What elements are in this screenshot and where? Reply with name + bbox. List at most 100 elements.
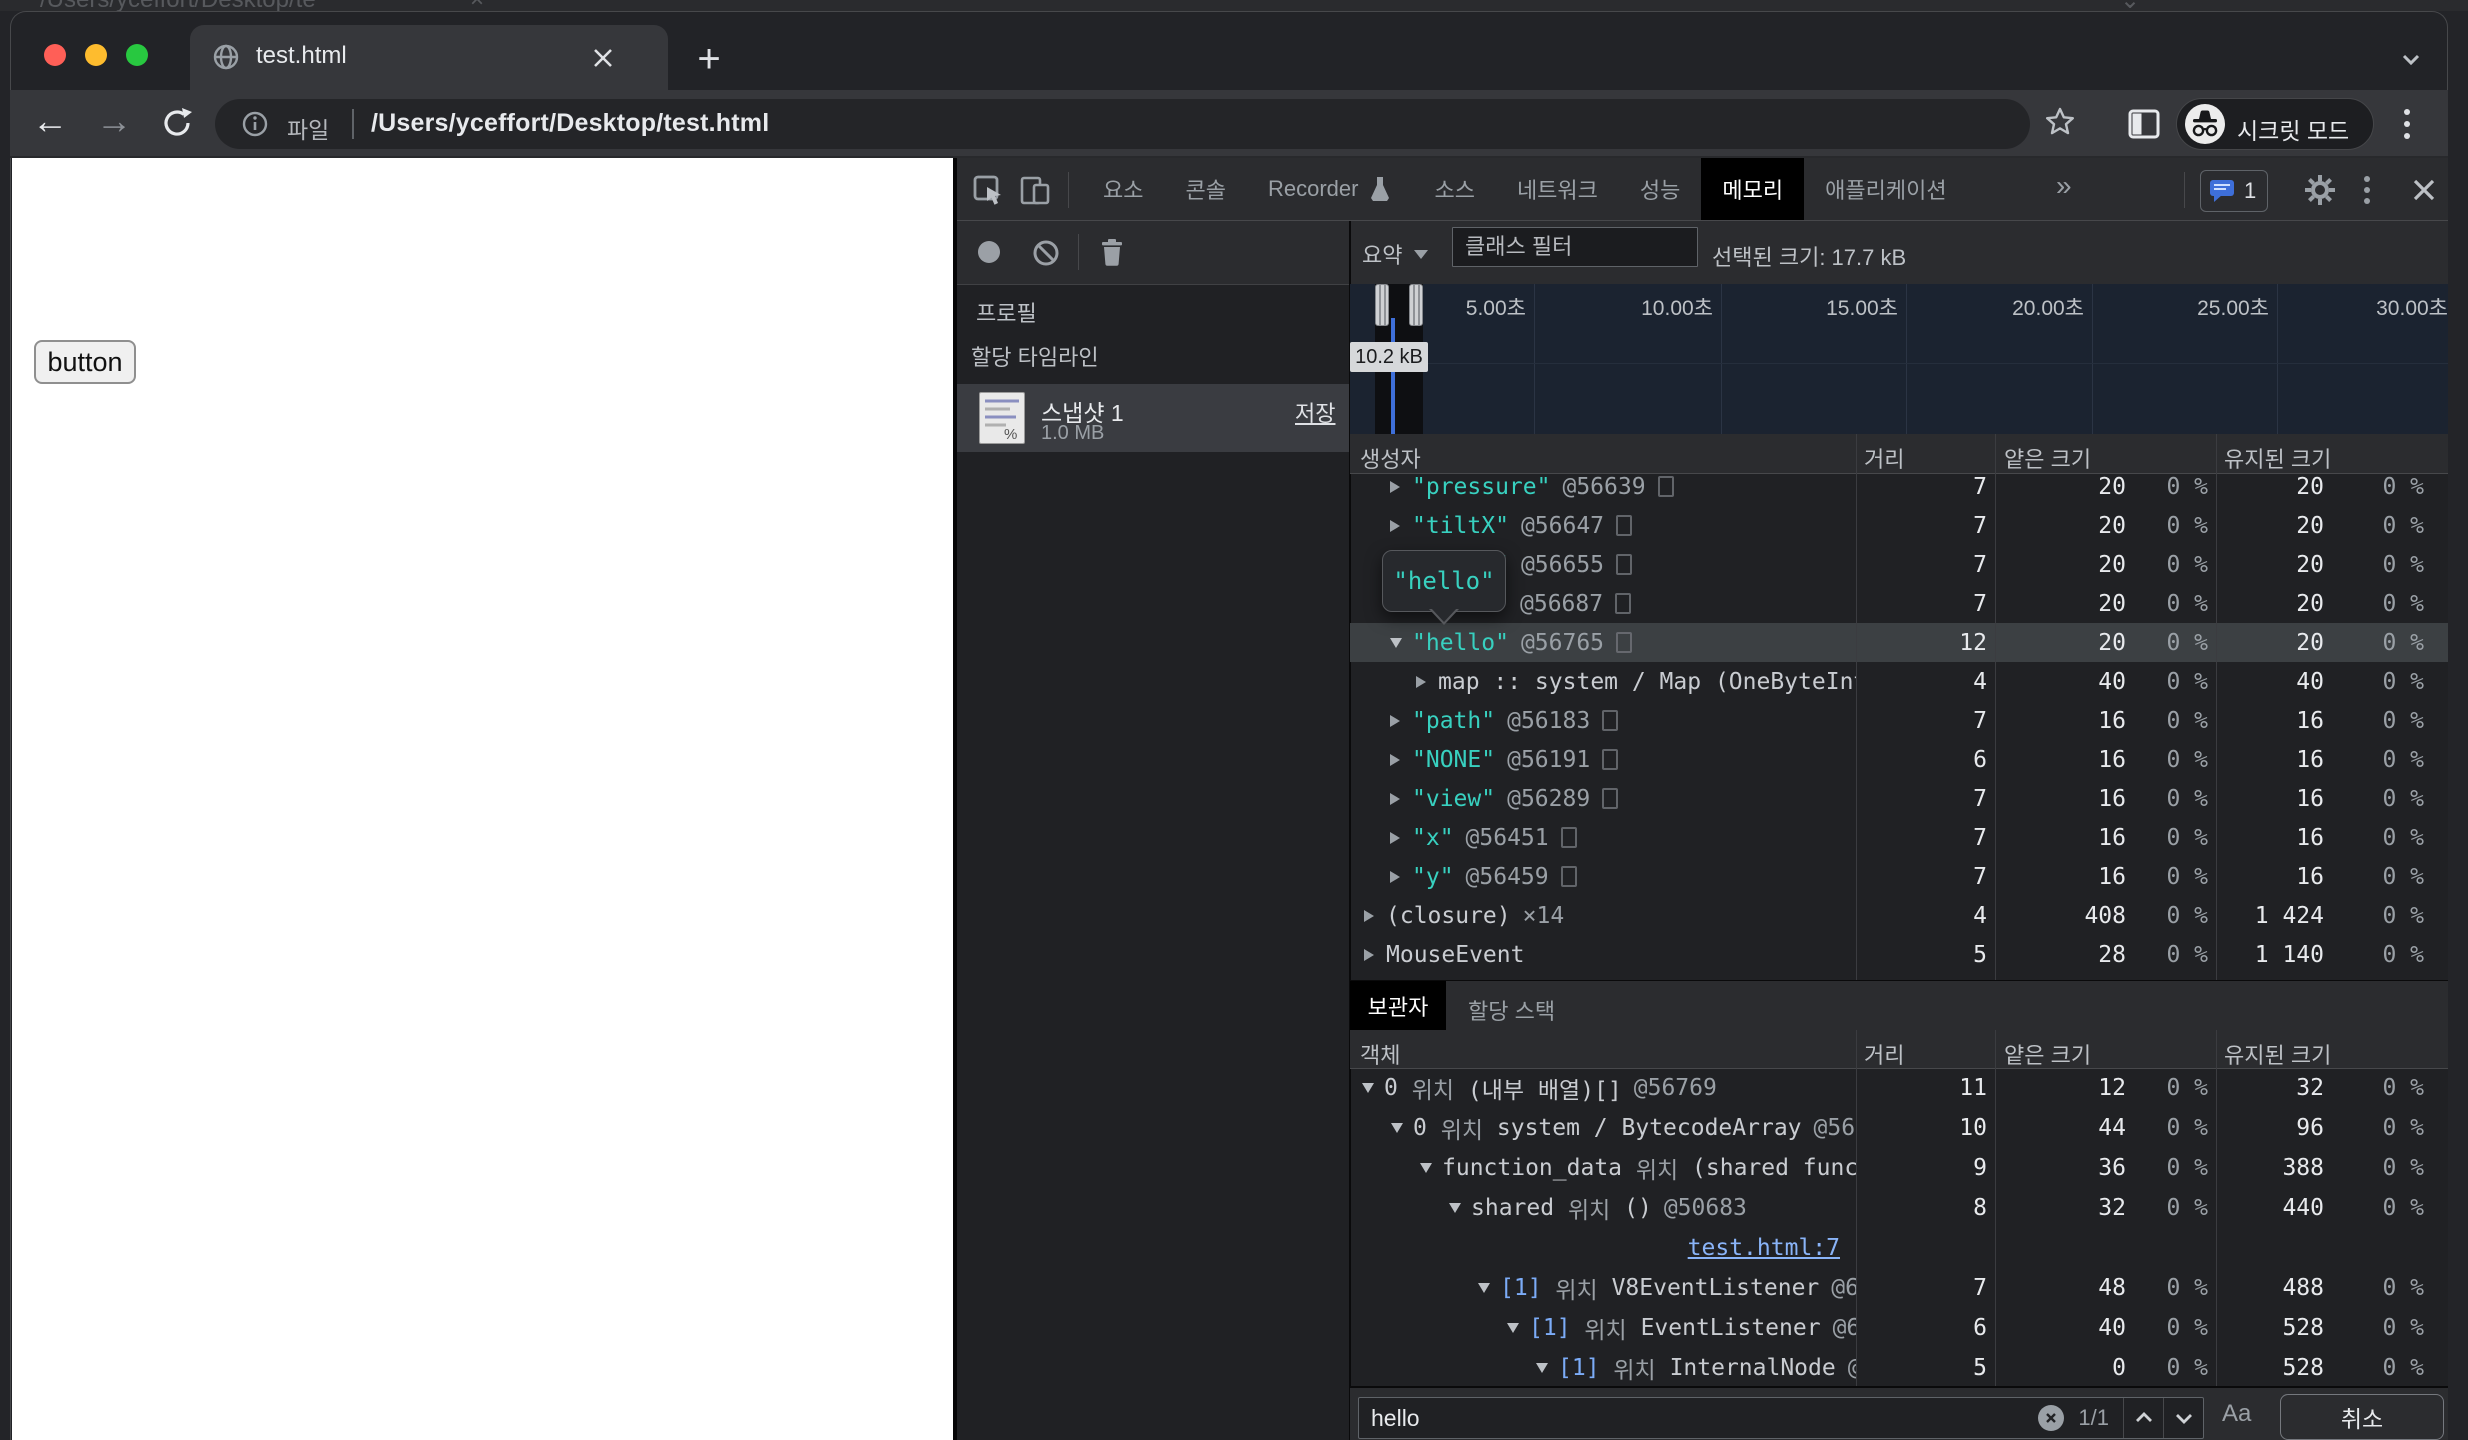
trash-icon[interactable] <box>1096 236 1128 268</box>
minimize-window-button[interactable] <box>85 44 107 66</box>
devtools-tab-메모리[interactable]: 메모리 <box>1701 158 1805 220</box>
bookmark-star-icon[interactable] <box>2042 104 2078 140</box>
selection-handle-right[interactable] <box>1409 284 1423 326</box>
retainer-row[interactable]: [1] 위치 InternalNode @6 5 0 0 % 528 0 % <box>1350 1348 2448 1386</box>
clear-search-icon[interactable] <box>2038 1405 2065 1431</box>
device-toolbar-icon[interactable] <box>1018 172 1054 208</box>
side-panel-icon[interactable] <box>2126 106 2162 142</box>
tab-retainers[interactable]: 보관자 <box>1350 981 1446 1031</box>
close-window-button[interactable] <box>44 44 66 66</box>
retainer-row[interactable]: [1] 위치 EventListener @653 6 40 0 % 528 0 % <box>1350 1308 2448 1347</box>
column-header[interactable]: 유지된 크기 <box>2224 1038 2331 1070</box>
class-filter-input[interactable] <box>1452 227 1698 267</box>
column-divider[interactable] <box>1995 434 1996 980</box>
constructor-row[interactable]: "path" @56183 7 16 0 % 16 0 % <box>1350 701 2448 740</box>
more-tabs-icon[interactable]: » <box>2056 170 2072 202</box>
constructor-row[interactable]: "tiltX" @56647 7 20 0 % 20 0 % <box>1350 506 2448 545</box>
expand-arrow-icon[interactable] <box>1507 1322 1529 1333</box>
incognito-badge[interactable]: 시크릿 모드 <box>2176 98 2374 150</box>
zoom-window-button[interactable] <box>126 44 148 66</box>
collapse-arrow-icon[interactable] <box>1390 714 1412 727</box>
retainer-row[interactable]: shared 위치 () @50683 8 32 0 % 440 0 % <box>1350 1188 2448 1227</box>
collapse-arrow-icon[interactable] <box>1390 519 1412 532</box>
forward-button[interactable]: → <box>96 100 132 142</box>
constructor-row[interactable]: @56687 7 20 0 % 20 0 % <box>1350 584 2448 623</box>
tab-search-chevron-icon[interactable] <box>2396 44 2426 74</box>
clear-icon[interactable] <box>1032 239 1060 267</box>
expand-arrow-icon[interactable] <box>1449 1202 1471 1213</box>
constructor-row[interactable]: "pressure" @56639 7 20 0 % 20 0 % <box>1350 473 2448 506</box>
column-divider[interactable] <box>2216 1030 2217 1386</box>
snapshot-item[interactable]: % 스냅샷 1 1.0 MB 저장 <box>957 384 1349 452</box>
devtools-close-icon[interactable] <box>2408 174 2440 206</box>
reload-button[interactable] <box>158 104 196 142</box>
tab-allocation-stack[interactable]: 할당 스택 <box>1468 994 1555 1026</box>
retainer-row[interactable]: test.html:7 <box>1350 1228 2448 1267</box>
next-match-button[interactable] <box>2164 1398 2203 1438</box>
column-header[interactable]: 유지된 크기 <box>2224 442 2331 474</box>
devtools-tab-요소[interactable]: 요소 <box>1082 158 1164 220</box>
column-divider[interactable] <box>1995 1030 1996 1386</box>
browser-menu-icon[interactable] <box>2402 102 2410 146</box>
search-input-box[interactable]: 1/1 <box>1358 1397 2204 1439</box>
devtools-tab-Recorder[interactable]: Recorder <box>1247 158 1413 220</box>
match-case-toggle[interactable]: Aa <box>2222 1400 2251 1428</box>
retainer-row[interactable]: 0 위치 system / BytecodeArray @56771 10 44 0 %… <box>1350 1108 2448 1147</box>
collapse-arrow-icon[interactable] <box>1390 792 1412 805</box>
expand-arrow-icon[interactable] <box>1390 637 1412 648</box>
devtools-tab-성능[interactable]: 성능 <box>1619 158 1701 220</box>
collapse-arrow-icon[interactable] <box>1390 753 1412 766</box>
expand-arrow-icon[interactable] <box>1420 1162 1442 1173</box>
expand-arrow-icon[interactable] <box>1478 1282 1500 1293</box>
constructor-row[interactable]: "NONE" @56191 6 16 0 % 16 0 % <box>1350 740 2448 779</box>
column-divider[interactable] <box>1856 434 1857 980</box>
settings-gear-icon[interactable] <box>2302 172 2338 208</box>
column-header[interactable]: 얕은 크기 <box>2004 1038 2091 1070</box>
column-divider[interactable] <box>2216 434 2217 980</box>
selection-handle-left[interactable] <box>1375 284 1389 326</box>
collapse-arrow-icon[interactable] <box>1390 480 1412 493</box>
constructor-row[interactable]: "view" @56289 7 16 0 % 16 0 % <box>1350 779 2448 818</box>
record-button[interactable] <box>978 241 1000 263</box>
devtools-tab-네트워크[interactable]: 네트워크 <box>1496 158 1619 220</box>
perspective-select[interactable]: 요약 <box>1362 238 1429 270</box>
issues-badge[interactable]: 1 <box>2200 170 2268 212</box>
retainer-row[interactable]: [1] 위치 V8EventListener @653 7 48 0 % 488 0 % <box>1350 1268 2448 1307</box>
back-button[interactable]: ← <box>32 100 68 142</box>
collapse-arrow-icon[interactable] <box>1416 675 1438 688</box>
constructor-row[interactable]: "hello" @56765 12 20 0 % 20 0 % <box>1350 623 2448 662</box>
cancel-button[interactable]: 취소 <box>2280 1394 2444 1440</box>
save-link[interactable]: 저장 <box>1295 396 1335 428</box>
column-header[interactable]: 거리 <box>1864 1038 1904 1070</box>
address-bar[interactable]: 파일 /Users/yceffort/Desktop/test.html <box>215 99 2030 149</box>
collapse-arrow-icon[interactable] <box>1390 831 1412 844</box>
expand-arrow-icon[interactable] <box>1391 1122 1413 1133</box>
expand-arrow-icon[interactable] <box>1536 1362 1558 1373</box>
column-header[interactable]: 생성자 <box>1360 442 1421 474</box>
inspect-icon[interactable] <box>970 172 1006 208</box>
collapse-arrow-icon[interactable] <box>1364 948 1386 961</box>
previous-match-button[interactable] <box>2124 1398 2163 1438</box>
browser-tab[interactable]: test.html <box>190 25 668 90</box>
column-header[interactable]: 객체 <box>1360 1038 1400 1070</box>
tab-close-icon[interactable] <box>590 39 616 75</box>
devtools-tab-애플리케이션[interactable]: 애플리케이션 <box>1804 158 1967 220</box>
info-icon[interactable] <box>241 110 269 138</box>
collapse-arrow-icon[interactable] <box>1364 909 1386 922</box>
column-divider[interactable] <box>1856 1030 1857 1386</box>
new-tab-button[interactable]: + <box>686 36 732 82</box>
retainer-row[interactable]: function_data 위치 (shared functio9360 %38… <box>1350 1148 2448 1187</box>
constructor-row[interactable]: "y" @56459 7 16 0 % 16 0 % <box>1350 857 2448 896</box>
devtools-menu-icon[interactable] <box>2362 172 2372 208</box>
expand-arrow-icon[interactable] <box>1362 1082 1384 1093</box>
constructor-row[interactable]: map :: system / Map (OneByteInte 4 40 0 % 40… <box>1350 662 2448 701</box>
allocation-timeline-chart[interactable]: 5.00초 10.00초 15.00초 20.00초 25.00초 30.00초 10.2… <box>1350 284 2448 435</box>
constructor-row[interactable]: "x" @56451 7 16 0 % 16 0 % <box>1350 818 2448 857</box>
source-link[interactable]: test.html:7 <box>1688 1235 1840 1261</box>
search-input[interactable] <box>1359 1404 2039 1432</box>
constructor-row[interactable]: "tiltY"@566557200 %200 % <box>1350 545 2448 584</box>
column-header[interactable]: 얕은 크기 <box>2004 442 2091 474</box>
devtools-tab-콘솔[interactable]: 콘솔 <box>1164 158 1246 220</box>
constructor-row[interactable]: (closure) ×14 4 408 0 % 1 424 0 % <box>1350 896 2448 935</box>
retainer-row[interactable]: 0 위치 (내부 배열)[] @56769 11 12 0 % 32 0 % <box>1350 1068 2448 1107</box>
